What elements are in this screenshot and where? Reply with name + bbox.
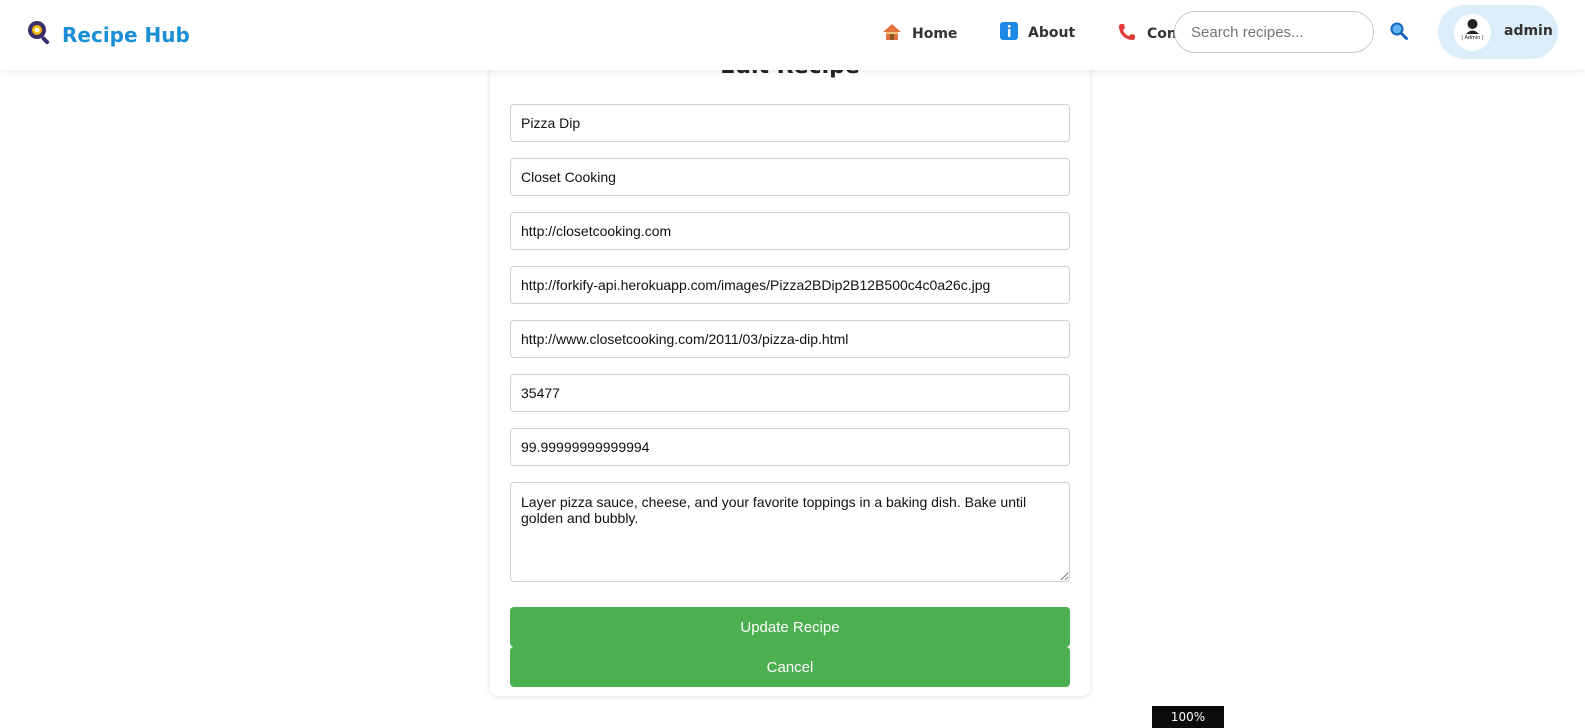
publisher-input[interactable] [510,158,1070,196]
username: admin [1504,23,1553,39]
brand-logo[interactable]: Recipe Hub [26,19,190,50]
user-menu[interactable]: | Admin | admin [1438,5,1558,59]
publisher-url-input[interactable] [510,212,1070,250]
nav-home[interactable]: Home [882,22,957,46]
update-recipe-button[interactable]: Update Recipe [510,607,1070,647]
recipe-id-input[interactable] [510,374,1070,412]
avatar: | Admin | [1454,14,1491,51]
nav-home-label: Home [912,26,958,42]
image-url-input[interactable] [510,266,1070,304]
nav-about[interactable]: About [1000,22,1075,44]
instructions-textarea[interactable]: Layer pizza sauce, cheese, and your favo… [510,482,1070,582]
magnifier-logo-icon [26,19,52,50]
search-icon[interactable] [1390,22,1408,45]
navbar: Recipe Hub Home About Cont Search recipe… [0,0,1585,70]
phone-icon [1117,22,1137,46]
recipe-title-input[interactable] [510,104,1070,142]
source-url-input[interactable] [510,320,1070,358]
zoom-indicator: 100% [1152,706,1224,728]
avatar-caption: | Admin | [1461,35,1484,41]
edit-recipe-card: Edit Recipe Layer pizza sauce, cheese, a… [490,40,1090,696]
info-icon [1000,22,1018,44]
house-icon [882,22,902,46]
search-input[interactable] [1174,11,1374,53]
nav-about-label: About [1028,25,1076,41]
social-rank-input[interactable] [510,428,1070,466]
cancel-button[interactable]: Cancel [510,647,1070,687]
brand-name: Recipe Hub [62,22,190,47]
